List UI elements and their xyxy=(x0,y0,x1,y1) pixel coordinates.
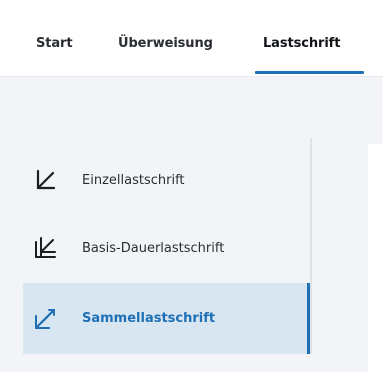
sidebar-item-label: Basis-Dauerlastschrift xyxy=(82,240,225,256)
top-navigation: Start Überweisung Lastschrift xyxy=(0,0,383,77)
sidebar-menu: Einzellastschrift Basis-Dauerlastschrift… xyxy=(23,138,312,354)
sidebar-item-einzellastschrift[interactable]: Einzellastschrift xyxy=(23,146,310,214)
batch-debit-arrows-icon xyxy=(35,308,55,329)
sidebar-item-label: Einzellastschrift xyxy=(82,172,185,188)
recurring-debit-arrows-icon xyxy=(35,237,56,258)
tab-start[interactable]: Start xyxy=(36,36,73,51)
sidebar-item-label: Sammellastschrift xyxy=(82,311,216,326)
sidebar-item-basis-dauerlastschrift[interactable]: Basis-Dauerlastschrift xyxy=(23,214,310,282)
sidebar-item-sammellastschrift[interactable]: Sammellastschrift xyxy=(23,283,310,354)
tab-ueberweisung[interactable]: Überweisung xyxy=(118,36,213,51)
single-debit-arrow-icon xyxy=(36,169,56,190)
active-item-indicator xyxy=(307,283,310,354)
main-panel xyxy=(368,144,383,372)
active-tab-indicator xyxy=(255,71,364,74)
tab-lastschrift[interactable]: Lastschrift xyxy=(263,36,340,51)
